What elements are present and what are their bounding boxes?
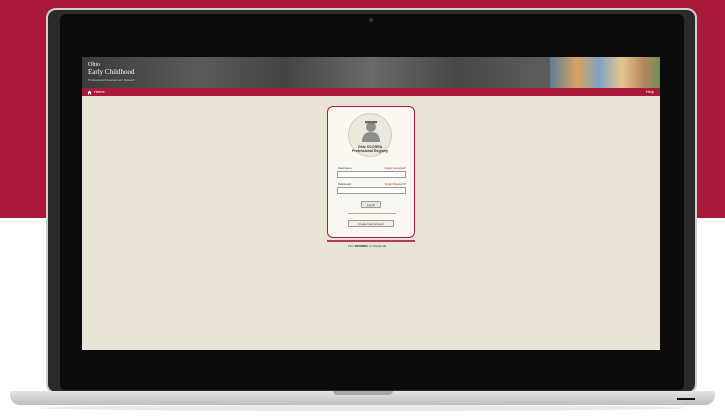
nav-help-link[interactable]: Help: [646, 88, 654, 96]
top-navbar: Home Help: [82, 88, 660, 96]
footer-prefix: Find: [348, 244, 354, 248]
webcam-icon: [369, 18, 373, 22]
laptop-shadow: [40, 405, 685, 411]
site-logo-line2[interactable]: Early Childhood: [88, 69, 134, 76]
footer-suffix: on Facebook: [368, 244, 387, 248]
username-label: Username: [338, 166, 352, 170]
user-avatar-icon: [362, 121, 380, 142]
card-underline: [327, 240, 415, 242]
password-label: Password: [338, 182, 352, 186]
forgot-username-link[interactable]: Forgot Username?: [384, 167, 406, 170]
nav-home-link[interactable]: Home: [87, 88, 105, 96]
forgot-password-link[interactable]: Forgot Password?: [385, 183, 406, 186]
home-icon: [87, 90, 92, 94]
create-account-button[interactable]: Create New Account: [348, 220, 394, 227]
laptop-indicator: [677, 398, 695, 400]
portal-title: Ohio OCCRRA Professional Registry: [352, 145, 388, 153]
password-field[interactable]: [337, 187, 406, 194]
children-photo: [550, 57, 660, 88]
footer-text: Find OCCRRA on Facebook: [348, 244, 386, 248]
site-logo-subtitle: Professional Development Network: [88, 78, 135, 82]
laptop-base-notch: [333, 391, 393, 395]
site-banner: Ohio Early Childhood Professional Develo…: [82, 57, 660, 88]
laptop-screen: Ohio Early Childhood Professional Develo…: [82, 57, 660, 350]
login-button[interactable]: Log In: [361, 201, 381, 208]
divider: [348, 213, 396, 214]
login-card: Ohio OCCRRA Professional Registry Userna…: [327, 106, 415, 238]
username-field[interactable]: [337, 171, 406, 178]
footer-brand-link[interactable]: OCCRRA: [355, 244, 368, 248]
nav-home-label: Home: [94, 89, 105, 94]
